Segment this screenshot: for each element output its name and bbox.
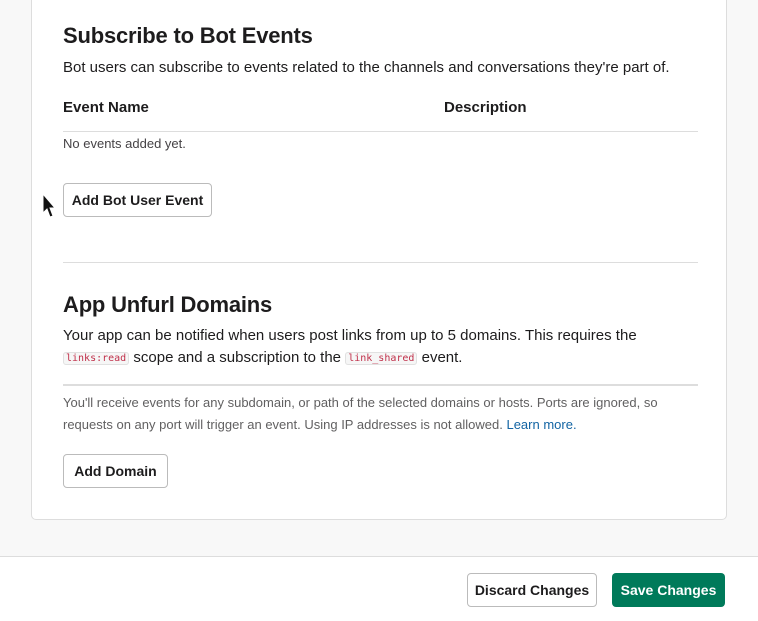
settings-card: Subscribe to Bot Events Bot users can su…	[31, 0, 727, 520]
mouse-cursor-icon	[42, 193, 56, 218]
bot-events-description: Bot users can subscribe to events relate…	[63, 59, 670, 76]
empty-events-text: No events added yet.	[63, 136, 186, 151]
bot-events-section: Subscribe to Bot Events Bot users can su…	[63, 23, 698, 217]
unfurl-divider	[63, 384, 698, 386]
section-divider	[63, 262, 698, 263]
column-description: Description	[444, 99, 527, 116]
links-read-scope-code: links:read	[63, 352, 130, 365]
learn-more-link[interactable]: Learn more.	[506, 417, 576, 432]
events-table-header: Event Name Description	[63, 99, 698, 119]
unfurl-note: You'll receive events for any subdomain,…	[63, 395, 658, 432]
unfurl-domains-section: App Unfurl Domains Your app can be notif…	[63, 292, 698, 488]
add-bot-user-event-button[interactable]: Add Bot User Event	[63, 183, 212, 217]
footer-bar: Discard Changes Save Changes	[0, 556, 758, 621]
unfurl-description: Your app can be notified when users post…	[63, 327, 637, 366]
link-shared-event-code: link_shared	[345, 352, 418, 365]
unfurl-domains-title: App Unfurl Domains	[63, 292, 273, 317]
add-domain-button[interactable]: Add Domain	[63, 454, 168, 488]
bot-events-title: Subscribe to Bot Events	[63, 23, 313, 48]
table-header-divider	[63, 131, 698, 132]
save-changes-button[interactable]: Save Changes	[612, 573, 725, 607]
column-event-name: Event Name	[63, 99, 149, 116]
discard-changes-button[interactable]: Discard Changes	[467, 573, 597, 607]
